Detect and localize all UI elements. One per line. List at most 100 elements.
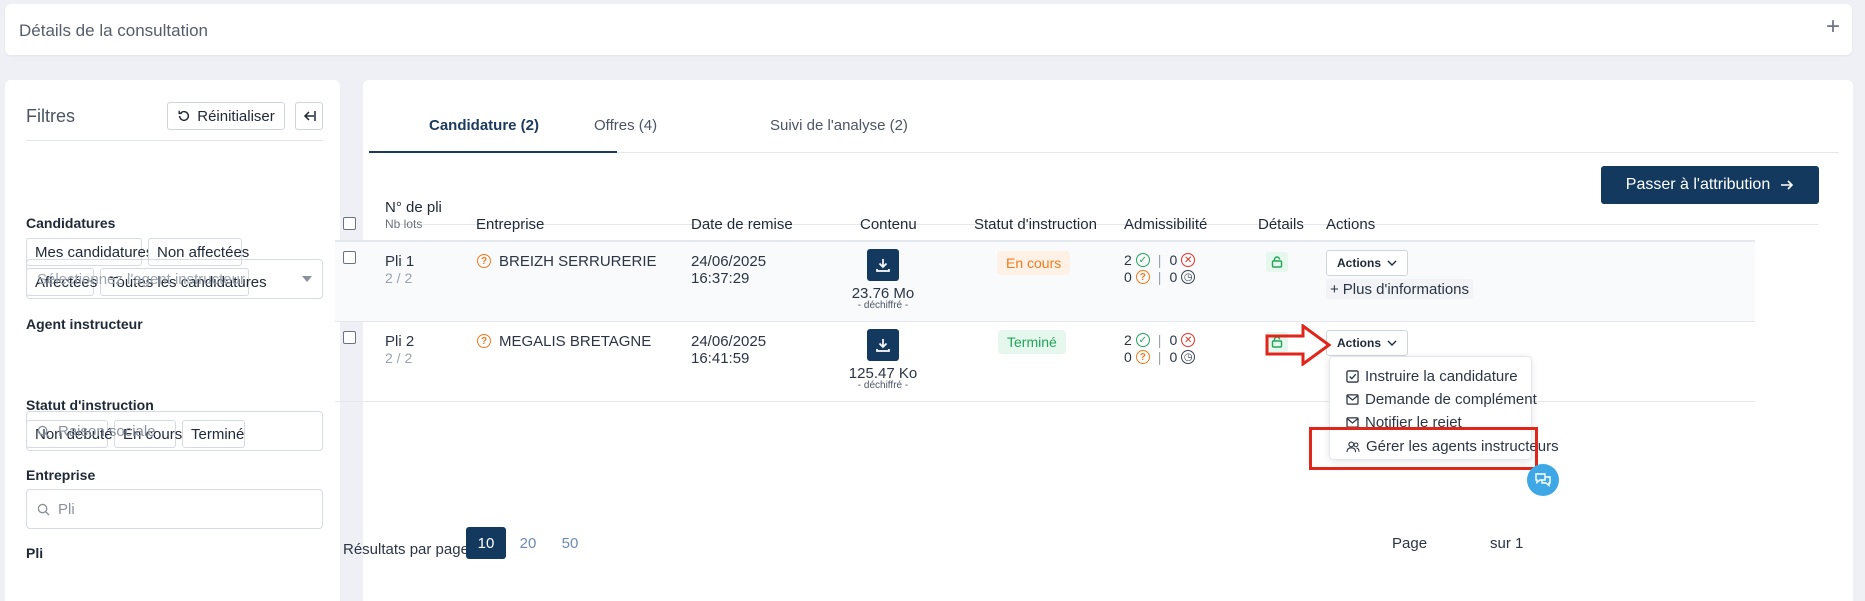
adm-wait-count: 0: [1169, 269, 1178, 285]
tab-suivi-analyse[interactable]: Suivi de l'analyse (2): [770, 117, 908, 134]
download-button[interactable]: [867, 249, 899, 281]
row-size-status: - déchiffré -: [857, 380, 909, 391]
header-admissibilite: Admissibilité: [1124, 216, 1208, 233]
adm-q-count: 0: [1124, 349, 1132, 365]
row-date: 24/06/2025: [691, 253, 767, 270]
row-time: 16:37:29: [691, 270, 750, 287]
menu-item-instruire[interactable]: Instruire la candidature: [1346, 368, 1518, 385]
chat-icon: [1535, 473, 1551, 487]
entreprise-search-input[interactable]: Raison sociale: [26, 411, 323, 451]
collapse-left-icon: [303, 111, 316, 121]
question-icon: ?: [477, 334, 491, 348]
x-circle-icon: ✕: [1181, 253, 1196, 267]
filters-panel: Filtres Réinitialiser Candidatures Mes c…: [5, 80, 340, 601]
reset-label: Réinitialiser: [197, 107, 275, 125]
row-divider: [335, 401, 1755, 402]
select-all-checkbox[interactable]: [343, 217, 356, 230]
reset-icon: [178, 110, 190, 122]
collapse-filters-button[interactable]: [295, 102, 323, 130]
download-button[interactable]: [867, 329, 899, 361]
adm-ok-count: 2: [1124, 252, 1132, 268]
checkbox-icon: [1346, 370, 1359, 383]
adm-q-count: 0: [1124, 269, 1132, 285]
header-actions: Actions: [1326, 216, 1376, 233]
row-pli: Pli 1: [385, 253, 415, 270]
results-per-page-label: Résultats par page :: [343, 541, 478, 558]
page-size-20[interactable]: 20: [508, 527, 548, 559]
row-size-status: - déchiffré -: [857, 300, 909, 311]
page-total: sur 1: [1490, 535, 1524, 552]
check-circle-icon: ✓: [1135, 333, 1150, 347]
table-top-border: [398, 224, 1818, 225]
x-circle-icon: ✕: [1181, 333, 1196, 347]
row-entreprise: MEGALIS BRETAGNE: [499, 333, 652, 350]
search-icon: [37, 503, 50, 516]
menu-item-demande-complement[interactable]: Demande de complément: [1346, 391, 1537, 408]
row-lots: 2 / 2: [385, 350, 413, 366]
row-time: 16:41:59: [691, 350, 750, 367]
adm-ko-count: 0: [1169, 252, 1178, 268]
header-entreprise: Entreprise: [476, 216, 545, 233]
chevron-down-icon: [1387, 340, 1397, 346]
row-checkbox[interactable]: [343, 251, 356, 264]
header-date: Date de remise: [691, 216, 793, 233]
menu-item-label: Instruire la candidature: [1365, 368, 1518, 385]
candidatures-label: Candidatures: [26, 215, 116, 231]
entreprise-placeholder: Raison sociale: [58, 422, 156, 440]
row-date: 24/06/2025: [691, 333, 767, 350]
details-title: Détails de la consultation: [19, 21, 209, 40]
admissibility-row-bottom: 0? | 0 ◷: [1124, 349, 1196, 365]
actions-button[interactable]: Actions: [1326, 250, 1409, 276]
agent-select[interactable]: Sélectionnez l'agent instructeur: [26, 259, 323, 299]
annotation-arrow: [1265, 324, 1332, 366]
tab-offres[interactable]: Offres (4): [594, 117, 657, 134]
pli-search-input[interactable]: Pli: [26, 489, 323, 529]
admissibility-row-bottom: 0? | 0 ◷: [1124, 269, 1196, 285]
header-details: Détails: [1258, 216, 1304, 233]
more-info-label: Plus d'informations: [1342, 280, 1470, 298]
header-nb-lots: Nb lots: [385, 217, 423, 231]
adm-wait-count: 0: [1169, 349, 1178, 365]
status-badge: Terminé: [998, 330, 1066, 354]
question-icon: ?: [477, 254, 491, 268]
actions-label: Actions: [1337, 256, 1382, 270]
search-icon: [37, 425, 50, 438]
row-entreprise: BREIZH SERRURERIE: [499, 253, 657, 270]
actions-button[interactable]: Actions: [1326, 330, 1409, 356]
mail-icon: [1346, 394, 1359, 405]
adm-ko-count: 0: [1169, 332, 1178, 348]
agent-placeholder: Sélectionnez l'agent instructeur: [37, 270, 245, 288]
header-statut: Statut d'instruction: [974, 216, 1097, 233]
consultation-details-bar[interactable]: Détails de la consultation +: [5, 4, 1852, 55]
chat-button[interactable]: [1527, 464, 1559, 496]
tab-candidature[interactable]: Candidature (2): [429, 117, 539, 134]
reset-button[interactable]: Réinitialiser: [167, 102, 285, 130]
unlock-icon[interactable]: [1266, 252, 1288, 272]
agent-label: Agent instructeur: [26, 316, 143, 332]
pli-placeholder: Pli: [58, 500, 75, 518]
passer-attribution-label: Passer à l'attribution: [1625, 176, 1771, 193]
page-label: Page: [1392, 535, 1428, 552]
menu-item-label: Demande de complément: [1365, 391, 1537, 408]
more-info-button[interactable]: + Plus d'informations: [1326, 279, 1474, 299]
passer-attribution-button[interactable]: Passer à l'attribution: [1601, 166, 1819, 204]
plus-icon: +: [1330, 280, 1339, 298]
entreprise-label: Entreprise: [26, 467, 96, 483]
row-lots: 2 / 2: [385, 270, 413, 286]
annotation-highlight-box: [1309, 427, 1538, 470]
download-icon: [876, 339, 890, 352]
plus-icon[interactable]: +: [1826, 15, 1840, 39]
actions-label: Actions: [1337, 336, 1382, 350]
download-icon: [876, 259, 890, 272]
page-size-10[interactable]: 10: [466, 527, 506, 559]
main-panel: Candidature (2) Offres (4) Suivi de l'an…: [335, 80, 1853, 601]
arrow-right-icon: [1781, 180, 1794, 190]
page-size-50[interactable]: 50: [550, 527, 590, 559]
row-checkbox[interactable]: [343, 331, 356, 344]
header-contenu: Contenu: [860, 216, 917, 233]
adm-ok-count: 2: [1124, 332, 1132, 348]
admissibility-row-top: 2 ✓ | 0 ✕: [1124, 332, 1196, 348]
admissibility-row-top: 2 ✓ | 0 ✕: [1124, 252, 1196, 268]
filters-title: Filtres: [26, 106, 75, 126]
status-badge: En cours: [997, 251, 1071, 275]
